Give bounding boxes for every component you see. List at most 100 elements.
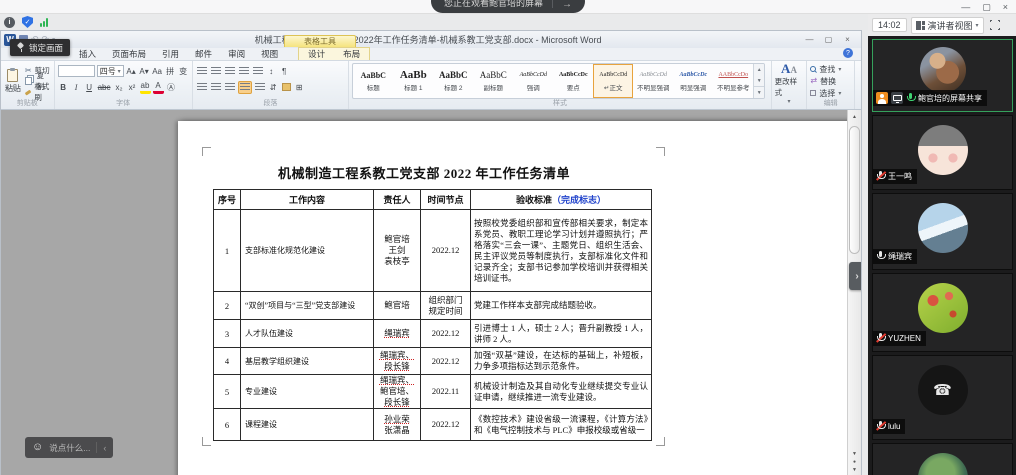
word-maximize-button[interactable]: ▢ — [820, 34, 837, 46]
close-button[interactable]: × — [1003, 1, 1008, 13]
ribbon-tab[interactable]: 页面布局 — [104, 48, 154, 60]
help-icon[interactable]: ? — [843, 48, 853, 58]
superscript-button[interactable]: x² — [127, 81, 138, 94]
change-styles-button[interactable]: AA 更改样式 ▾ — [775, 63, 804, 105]
word-minimize-button[interactable]: — — [801, 34, 818, 46]
ribbon-tab[interactable]: 引用 — [154, 48, 187, 60]
shrink-font-button[interactable]: A▾ — [139, 65, 150, 78]
paste-button[interactable]: 粘贴 — [4, 63, 22, 99]
style-chip[interactable]: AaBbCcDd↵正文 — [593, 64, 633, 98]
grow-font-button[interactable]: A▴ — [126, 65, 137, 78]
shading-button[interactable] — [281, 81, 292, 94]
underline-button[interactable]: U — [84, 81, 95, 94]
ribbon-tab[interactable]: 审阅 — [220, 48, 253, 60]
page[interactable]: 机械制造工程系教工党支部 2022 年工作任务清单 序号 工作内容 责任人 时间… — [178, 121, 857, 475]
owner-name: 张潇晶 — [374, 425, 420, 436]
fullscreen-icon[interactable] — [990, 20, 1000, 30]
participant-tile[interactable]: 绳瑞宾 — [872, 193, 1013, 270]
numbering-button[interactable] — [210, 65, 222, 78]
network-signal-icon[interactable] — [40, 18, 48, 27]
view-mode-button[interactable]: 演讲者视图 ▾ — [911, 17, 984, 34]
styles-gallery-scroll[interactable]: ▲▼▼ — [753, 64, 764, 98]
style-chip[interactable]: AaBbCcDc明显强调 — [673, 64, 713, 98]
style-chip[interactable]: AaBbC标题 — [353, 64, 393, 98]
style-chip[interactable]: AaBbC副标题 — [473, 64, 513, 98]
style-chip[interactable]: AaBbC标题 2 — [433, 64, 473, 98]
maximize-button[interactable]: ▢ — [982, 1, 991, 13]
highlight-color-button[interactable]: ab — [140, 81, 151, 94]
participant-tile[interactable]: YUZHEN — [872, 273, 1013, 352]
bold-button[interactable]: B — [58, 81, 69, 94]
participant-name: lulu — [888, 422, 900, 431]
multilevel-list-button[interactable] — [224, 65, 236, 78]
style-chip[interactable]: AaBbCcDc要点 — [553, 64, 593, 98]
find-button[interactable]: 查找▾ — [810, 64, 851, 75]
scroll-bottom-buttons[interactable]: ▼●▼ — [849, 451, 860, 473]
font-color-button[interactable]: A — [153, 81, 164, 94]
font-group-label: 字体 — [58, 99, 189, 109]
ribbon-context-tab[interactable]: 布局 — [334, 48, 369, 60]
font-name-input[interactable] — [58, 65, 95, 77]
italic-button[interactable]: I — [71, 81, 82, 94]
style-preview: AaBbCcDc — [679, 70, 707, 81]
style-chip[interactable]: AaBbCcDd不明显强调 — [633, 64, 673, 98]
align-center-button[interactable] — [210, 81, 222, 94]
borders-button[interactable]: ⊞ — [294, 81, 305, 94]
gallery-scroll-icon[interactable]: ▼ — [754, 86, 764, 98]
collapse-banner-icon[interactable]: → — [562, 0, 572, 9]
replace-button[interactable]: ⇄替换 — [810, 76, 851, 87]
avatar — [918, 203, 968, 253]
style-chip[interactable]: AaBbCcDd强调 — [513, 64, 553, 98]
enclose-char-button[interactable]: Ⓐ — [166, 81, 177, 94]
chat-bar[interactable]: ☺ 说点什么... ‹ — [25, 437, 113, 458]
scroll-thumb[interactable] — [849, 126, 860, 254]
cell-owners: 孙业荣张潇晶 — [374, 409, 421, 441]
increase-indent-button[interactable] — [252, 65, 264, 78]
vertical-scrollbar[interactable]: ▲ ▼●▼ — [847, 110, 861, 475]
minimize-button[interactable]: — — [961, 1, 970, 13]
style-chip[interactable]: AaBb标题 1 — [393, 64, 433, 98]
font-size-input[interactable]: 四号▾ — [97, 65, 124, 77]
paragraph-group-label: 段落 — [196, 99, 346, 109]
meeting-window-controls: — ▢ × — [961, 1, 1008, 13]
participant-tile[interactable]: 王一鸣 — [872, 115, 1013, 190]
pinyin-guide-button[interactable]: 拼 — [165, 65, 176, 78]
char-border-button[interactable]: 变 — [178, 65, 189, 78]
ribbon-tab[interactable]: 插入 — [71, 48, 104, 60]
change-case-button[interactable]: Aa — [152, 65, 163, 78]
ribbon-tab[interactable]: 邮件 — [187, 48, 220, 60]
ribbon-context-tab[interactable]: 设计 — [299, 48, 334, 60]
align-right-button[interactable] — [224, 81, 236, 94]
gallery-scroll-icon[interactable]: ▼ — [754, 75, 764, 86]
sort-button[interactable]: ↕ — [266, 65, 277, 78]
emoji-icon[interactable]: ☺ — [32, 442, 43, 453]
justify-button[interactable] — [238, 81, 252, 94]
distribute-button[interactable] — [254, 81, 266, 94]
select-button[interactable]: 选择▾ — [810, 88, 851, 99]
participant-tile[interactable] — [872, 443, 1013, 475]
divider — [552, 0, 553, 8]
change-styles-icon: AA — [781, 63, 797, 76]
format-painter-button[interactable]: 格式刷 — [25, 87, 51, 97]
ribbon: 粘贴 ✂剪切 复制 格式刷 剪贴板 四号▾ A▴ A▾ Aa 拼 — [1, 60, 861, 110]
chat-input[interactable]: 说点什么... — [49, 442, 90, 454]
info-icon[interactable]: i — [4, 17, 15, 28]
participant-tile[interactable]: ☎lulu — [872, 355, 1013, 440]
ribbon-tab[interactable]: 视图 — [253, 48, 286, 60]
style-chip[interactable]: AABbCcDo不明显参考 — [713, 64, 753, 98]
gallery-scroll-icon[interactable]: ▲ — [754, 64, 764, 75]
sidebar-toggle-handle[interactable]: › — [849, 262, 861, 290]
bullets-button[interactable] — [196, 65, 208, 78]
subscript-button[interactable]: x₂ — [114, 81, 125, 94]
align-left-button[interactable] — [196, 81, 208, 94]
word-close-button[interactable]: × — [839, 34, 856, 46]
scroll-up-icon[interactable]: ▲ — [849, 111, 860, 123]
lock-screen-tooltip[interactable]: 锁定画面 — [10, 39, 70, 56]
collapse-chat-icon[interactable]: ‹ — [103, 443, 106, 453]
shield-icon[interactable]: ✓ — [22, 16, 33, 28]
participant-tile[interactable]: 鲍官培的屏幕共享 — [872, 39, 1013, 112]
show-marks-button[interactable]: ¶ — [279, 65, 290, 78]
strikethrough-button[interactable]: abc — [97, 81, 112, 94]
decrease-indent-button[interactable] — [238, 65, 250, 78]
line-spacing-button[interactable]: ⇵ — [268, 81, 279, 94]
